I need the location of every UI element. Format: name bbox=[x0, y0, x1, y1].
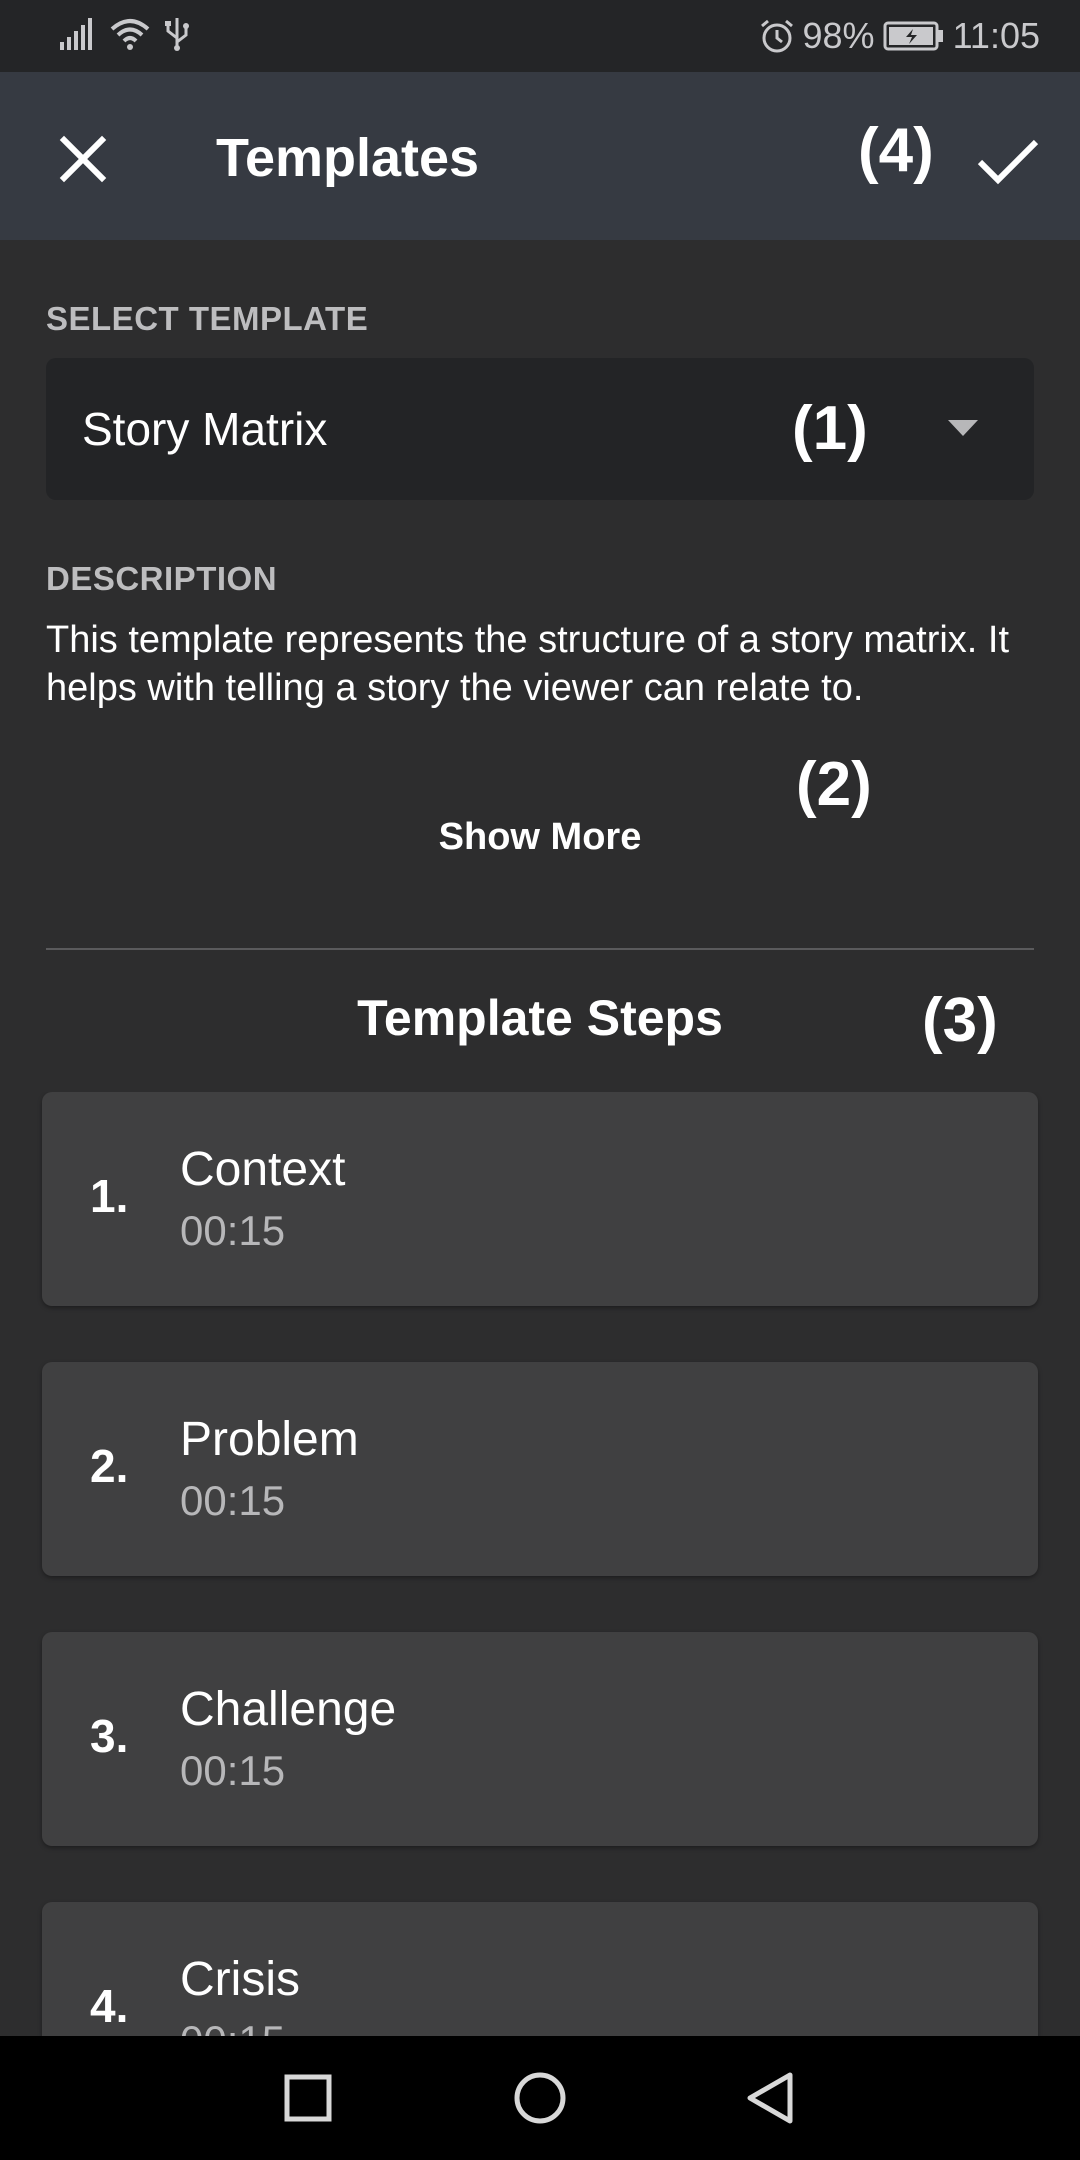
back-icon bbox=[747, 2072, 793, 2124]
step-duration: 00:15 bbox=[180, 1477, 286, 1524]
back-button[interactable] bbox=[740, 2066, 804, 2130]
status-left-icons bbox=[60, 16, 190, 52]
template-steps-title: Template Steps bbox=[357, 990, 723, 1046]
step-name: Problem bbox=[180, 1413, 359, 1466]
home-button[interactable] bbox=[508, 2066, 572, 2130]
step-card[interactable]: 1. Context 00:15 bbox=[42, 1092, 1038, 1306]
step-duration: 00:15 bbox=[180, 1207, 286, 1254]
annotation-label-1: (1) bbox=[792, 394, 868, 463]
step-number: 3. bbox=[90, 1710, 129, 1762]
close-icon bbox=[59, 135, 107, 183]
confirm-button[interactable] bbox=[970, 122, 1046, 198]
annotation-label-4: (4) bbox=[858, 116, 934, 185]
recent-apps-icon bbox=[284, 2074, 332, 2122]
alarm-icon bbox=[760, 19, 793, 53]
step-card[interactable]: 4. Crisis 00:15 bbox=[42, 1902, 1038, 2036]
signal-icon bbox=[60, 18, 92, 50]
close-button[interactable] bbox=[50, 126, 116, 192]
app-bar: Templates (4) bbox=[0, 72, 1080, 240]
show-more-button[interactable]: Show More bbox=[0, 814, 1080, 860]
recent-apps-button[interactable] bbox=[276, 2066, 340, 2130]
step-name: Context bbox=[180, 1143, 346, 1196]
status-bar: 98% 11:05 bbox=[0, 0, 1080, 72]
wifi-icon bbox=[110, 19, 150, 50]
select-template-label: SELECT TEMPLATE bbox=[46, 300, 369, 337]
steps-list[interactable]: 1. Context 00:15 2. Problem 00:15 3. Cha… bbox=[0, 1092, 1080, 2036]
status-right-info: 98% 11:05 bbox=[759, 14, 1040, 58]
template-dropdown[interactable]: Story Matrix (1) bbox=[46, 358, 1034, 500]
step-name: Crisis bbox=[180, 1953, 300, 2006]
template-description: This template represents the structure o… bbox=[46, 619, 1010, 709]
dropdown-caret-icon bbox=[948, 420, 978, 436]
template-dropdown-value: Story Matrix bbox=[82, 403, 328, 455]
step-number: 1. bbox=[90, 1170, 129, 1222]
page-title: Templates bbox=[216, 128, 480, 188]
battery-percent: 98% bbox=[802, 15, 875, 56]
system-nav-bar bbox=[0, 2036, 1080, 2160]
step-card[interactable]: 3. Challenge 00:15 bbox=[42, 1632, 1038, 1846]
step-duration: 00:15 bbox=[180, 2016, 285, 2036]
step-number: 2. bbox=[90, 1440, 129, 1492]
step-duration: 00:15 bbox=[180, 1747, 286, 1794]
battery-charging-icon bbox=[883, 21, 943, 51]
usb-icon bbox=[165, 18, 189, 51]
step-number: 4. bbox=[90, 1980, 129, 2032]
clock: 11:05 bbox=[952, 15, 1040, 56]
description-label: DESCRIPTION bbox=[46, 560, 278, 597]
annotation-label-3: (3) bbox=[922, 986, 998, 1055]
check-icon bbox=[977, 139, 1039, 185]
annotation-label-2: (2) bbox=[796, 750, 872, 819]
home-icon bbox=[514, 2072, 566, 2124]
section-divider bbox=[46, 948, 1034, 950]
step-card[interactable]: 2. Problem 00:15 bbox=[42, 1362, 1038, 1576]
step-name: Challenge bbox=[180, 1683, 397, 1736]
